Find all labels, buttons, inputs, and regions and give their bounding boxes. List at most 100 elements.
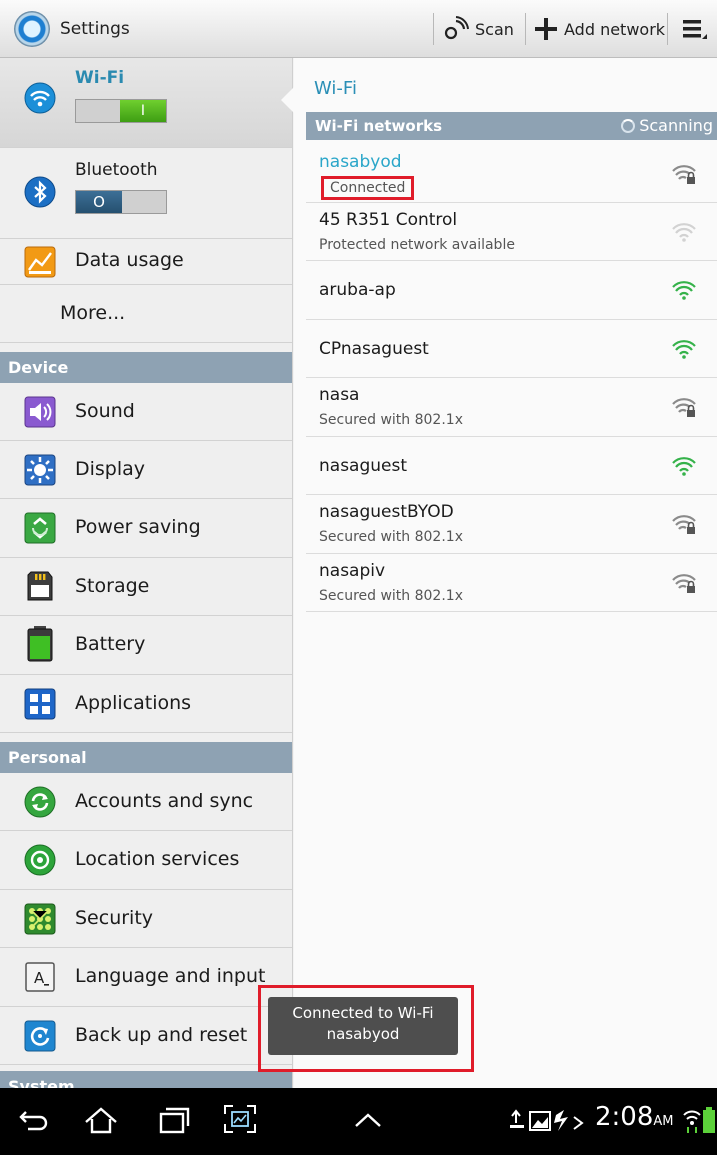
selection-pointer [281,87,294,113]
network-status: Connected [321,176,415,200]
data-usage-icon [24,246,56,278]
wifi-locked-signal-icon [672,515,696,534]
settings-item-sound[interactable]: Sound [0,383,292,441]
settings-item-label: Wi-Fi [75,68,125,88]
network-item[interactable]: aruba-ap [306,261,717,320]
recent-apps-icon[interactable] [157,1106,191,1134]
settings-item-wifi[interactable]: Wi-Fi I [0,58,292,148]
language-icon: A [25,962,55,992]
settings-item-display[interactable]: Display [0,441,292,499]
add-network-button[interactable]: Add network [534,10,665,48]
settings-item-more[interactable]: More... [0,285,292,343]
divider [433,13,434,45]
wifi-signal-icon [672,340,696,359]
network-name: aruba-ap [319,280,396,300]
settings-list: Wi-Fi I Bluetooth O Data usage More... D… [0,58,293,1088]
backup-icon [24,1020,56,1052]
wifi-status-icon [683,1110,701,1133]
app-title-area[interactable]: Settings [14,11,130,47]
settings-item-back-up-and-reset[interactable]: Back up and reset [0,1007,292,1065]
settings-item-label: Language and input [75,965,266,987]
settings-item-label: Power saving [75,516,201,538]
settings-item-label: Accounts and sync [75,790,254,812]
location-icon [24,844,56,876]
network-name: nasa [319,385,360,405]
scanning-label: Scanning [639,116,713,135]
settings-item-data-usage[interactable]: Data usage [0,239,292,285]
app-title: Settings [60,19,130,39]
settings-item-battery[interactable]: Battery [0,616,292,675]
settings-item-location-services[interactable]: Location services [0,831,292,890]
settings-item-label: More... [60,302,126,324]
svg-text:A: A [34,969,45,987]
network-item[interactable]: nasaguest [306,437,717,495]
settings-item-label: Location services [75,848,240,870]
network-status: Protected network available [319,237,515,253]
toast-message: Connected to Wi-Fi nasabyod [268,997,458,1055]
network-status: Secured with 802.1x [319,412,463,428]
system-bar: 2:08AM [0,1088,717,1155]
network-item[interactable]: nasapiv Secured with 802.1x [306,554,717,612]
network-name: nasaguestBYOD [319,502,454,522]
status-clock: 2:08AM [595,1102,674,1132]
toggle-knob: I [120,100,166,122]
back-icon[interactable] [18,1108,50,1134]
section-header-device: Device [0,352,292,383]
network-item[interactable]: 45 R351 Control Protected network availa… [306,203,717,261]
divider [667,13,668,45]
wifi-locked-signal-icon [672,574,696,593]
settings-item-storage[interactable]: Storage [0,558,292,616]
settings-item-security[interactable]: Security [0,890,292,948]
home-icon[interactable] [84,1106,118,1134]
display-icon [24,454,56,486]
menu-icon [683,20,707,39]
settings-item-label: Back up and reset [75,1024,248,1046]
action-bar: Settings Scan Add network [0,0,717,58]
wifi-toggle[interactable]: I [75,99,167,123]
settings-item-label: Security [75,907,154,929]
settings-item-language-and-input[interactable]: A Language and input [0,948,292,1007]
network-name: 45 R351 Control [319,210,458,230]
chevron-up-icon[interactable] [353,1110,383,1130]
settings-item-power-saving[interactable]: Power saving [0,499,292,558]
networks-header: Wi-Fi networks Scanning [306,112,717,140]
settings-item-applications[interactable]: Applications [0,675,292,733]
settings-item-label: Display [75,458,146,480]
settings-item-label: Data usage [75,249,184,271]
settings-gear-icon [14,11,50,47]
settings-item-accounts-and-sync[interactable]: Accounts and sync [0,773,292,831]
scan-label: Scan [475,19,514,39]
clock-ampm: AM [653,1114,674,1129]
battery-icon [27,626,53,662]
network-item[interactable]: nasaguestBYOD Secured with 802.1x [306,495,717,554]
network-item[interactable]: nasabyod Connected [306,145,717,203]
storage-icon [27,571,53,601]
sound-icon [24,396,56,428]
toggle-knob: O [76,191,122,213]
notification-icons [510,1109,584,1131]
scan-icon [444,16,469,40]
settings-item-label: Bluetooth [75,160,158,180]
bluetooth-toggle[interactable]: O [75,190,167,214]
network-status: Secured with 802.1x [319,529,463,545]
settings-item-label: Sound [75,400,135,422]
screenshot-icon[interactable] [223,1104,257,1134]
wifi-locked-signal-icon [672,165,696,184]
section-header-system: System [0,1071,292,1088]
network-name: nasabyod [319,152,402,172]
wifi-weak-signal-icon [672,223,696,242]
network-name: nasapiv [319,561,386,581]
network-item[interactable]: nasa Secured with 802.1x [306,378,717,437]
plus-icon [535,18,557,40]
scan-button[interactable]: Scan [443,10,514,48]
pane-title: Wi-Fi [314,78,357,99]
settings-item-label: Applications [75,692,192,714]
network-item[interactable]: CPnasaguest [306,320,717,378]
settings-item-bluetooth[interactable]: Bluetooth O [0,148,292,239]
network-status: Secured with 802.1x [319,588,463,604]
section-header-personal: Personal [0,742,292,773]
add-network-label: Add network [564,19,666,39]
wifi-detail-pane: Wi-Fi Wi-Fi networks Scanning nasabyod C… [294,58,717,1088]
scanning-indicator: Scanning [621,112,713,140]
overflow-menu-button[interactable] [682,10,714,48]
